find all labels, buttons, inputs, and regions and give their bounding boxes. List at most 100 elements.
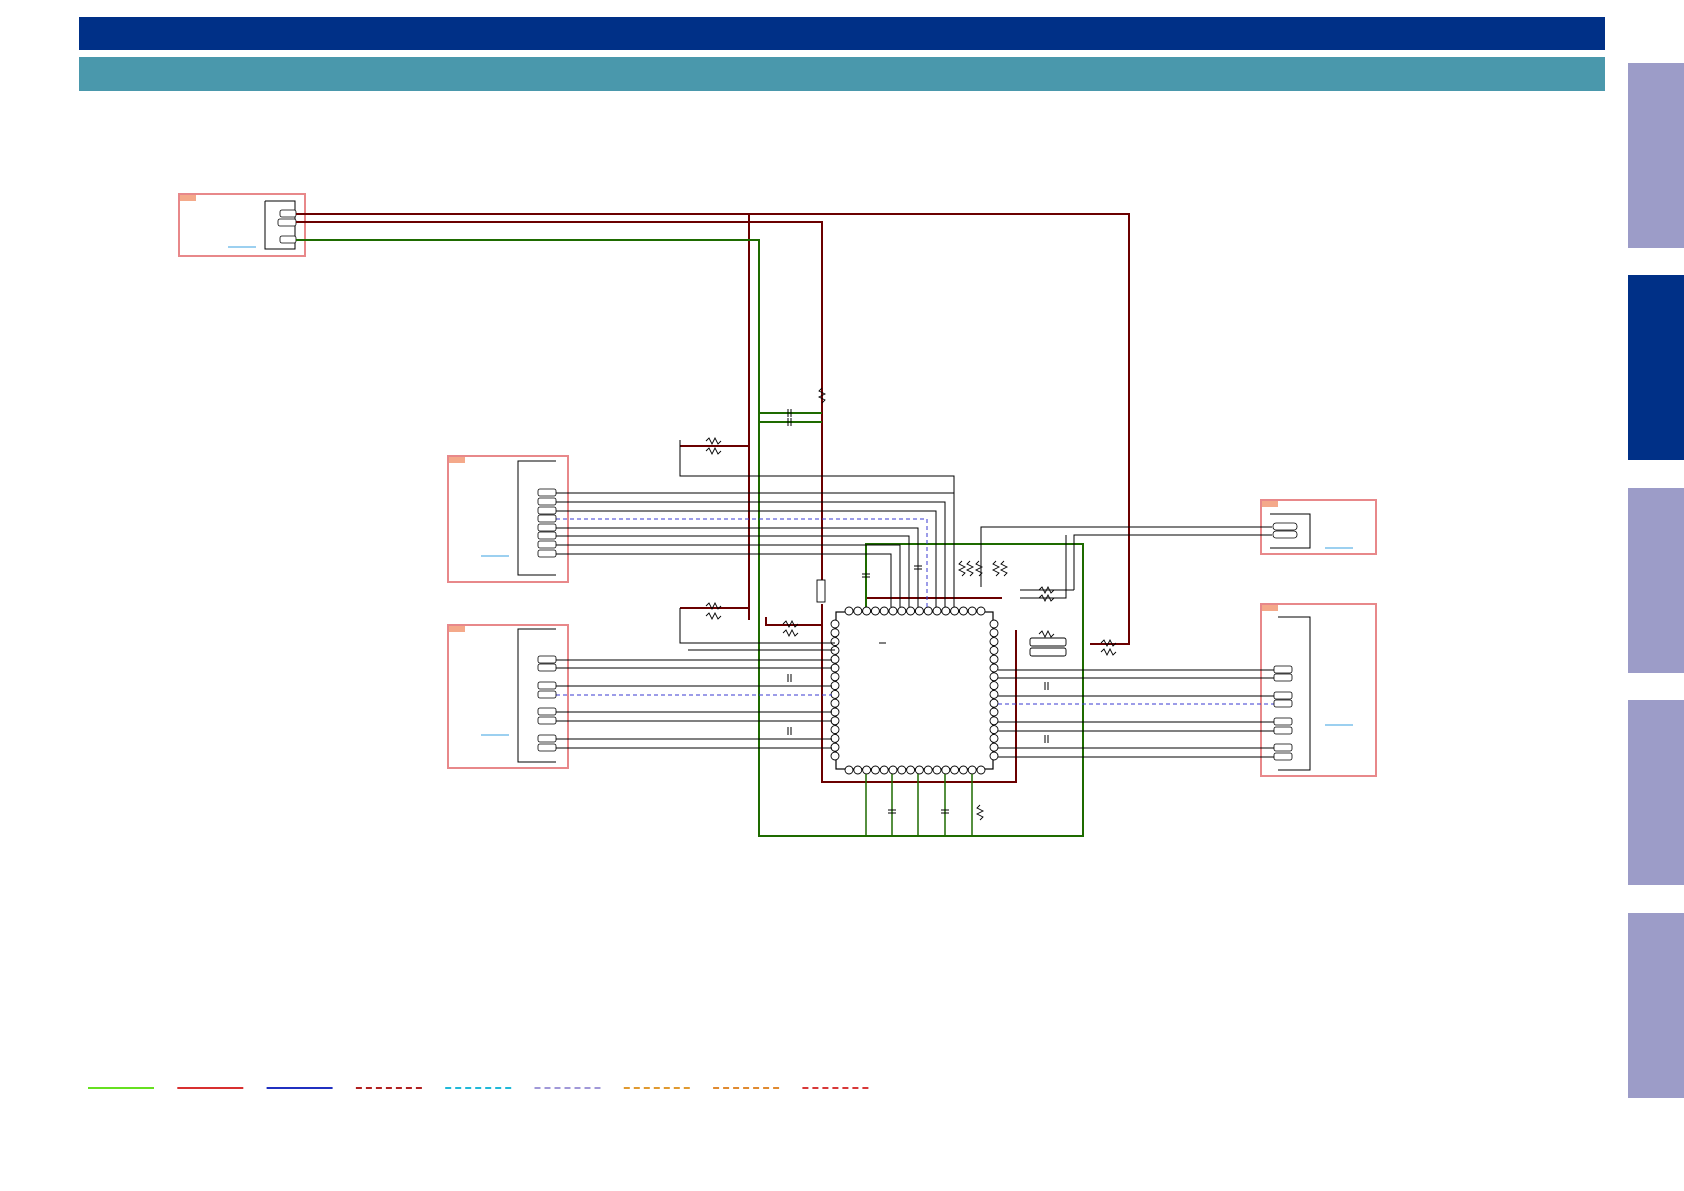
schematic-diagram bbox=[88, 193, 1377, 1089]
connector-pin bbox=[279, 235, 297, 244]
resistor bbox=[975, 804, 985, 821]
ic-pin bbox=[830, 672, 840, 682]
connector-pin bbox=[537, 655, 557, 664]
ic-pin bbox=[976, 606, 986, 616]
connector-pin bbox=[537, 734, 557, 743]
connector-pin bbox=[1273, 699, 1293, 708]
ic-pin bbox=[989, 654, 999, 664]
ic-pin bbox=[932, 765, 942, 775]
signal-wire bbox=[980, 526, 1272, 587]
connector-pin bbox=[1273, 752, 1293, 761]
connector-pin bbox=[1273, 726, 1293, 735]
ic-pin bbox=[989, 672, 999, 682]
connector-block-top-left bbox=[178, 193, 306, 257]
signal-wire bbox=[556, 492, 955, 607]
connector-pin bbox=[537, 488, 557, 497]
ic-pin bbox=[989, 698, 999, 708]
resistor bbox=[782, 628, 799, 638]
ground-trunk bbox=[296, 239, 1084, 837]
connector-pin bbox=[1273, 665, 1293, 674]
connector-pin bbox=[537, 523, 557, 532]
ic-pin bbox=[914, 765, 924, 775]
connector-pin bbox=[279, 209, 297, 218]
ic-pin bbox=[879, 765, 889, 775]
connector-pin bbox=[537, 506, 557, 515]
ic-pin bbox=[967, 765, 977, 775]
connector-pin bbox=[537, 681, 557, 690]
ic-pin bbox=[914, 606, 924, 616]
ic-pin bbox=[950, 606, 960, 616]
ic-pin bbox=[923, 765, 933, 775]
connector-pin bbox=[537, 549, 557, 558]
ic-pin bbox=[830, 716, 840, 726]
ic-pin bbox=[862, 765, 872, 775]
ic-pin bbox=[989, 742, 999, 752]
signal-wire bbox=[556, 510, 937, 607]
ic-pin bbox=[888, 765, 898, 775]
ic-pin bbox=[870, 765, 880, 775]
connector-pin bbox=[537, 540, 557, 549]
ic-pin bbox=[958, 606, 968, 616]
connector-pin bbox=[1272, 522, 1298, 531]
ic-pin bbox=[830, 689, 840, 699]
resistor bbox=[705, 611, 722, 621]
ic-pin bbox=[897, 765, 907, 775]
signal-wire bbox=[556, 535, 910, 607]
connector-pin bbox=[1272, 530, 1298, 539]
ic-pin bbox=[853, 765, 863, 775]
connector-pin bbox=[1273, 743, 1293, 752]
ic-pin bbox=[941, 606, 951, 616]
ic-pin bbox=[830, 619, 840, 629]
connector-pin bbox=[1273, 673, 1293, 682]
connector-pin bbox=[277, 218, 297, 227]
ic-pin bbox=[870, 606, 880, 616]
filter-component bbox=[1029, 647, 1067, 657]
ic-pin bbox=[989, 628, 999, 638]
ic-pin bbox=[830, 742, 840, 752]
ic-pin bbox=[989, 689, 999, 699]
ic-pin bbox=[853, 606, 863, 616]
filter-component bbox=[1029, 637, 1067, 647]
ic-pin bbox=[989, 725, 999, 735]
resistor bbox=[705, 446, 722, 456]
ic-pin bbox=[830, 751, 840, 761]
connector-pin bbox=[1273, 691, 1293, 700]
ic-pin bbox=[989, 663, 999, 673]
signal-wire bbox=[1073, 534, 1272, 590]
ic-pin bbox=[830, 654, 840, 664]
ic-pin bbox=[989, 707, 999, 717]
ic-pin bbox=[830, 733, 840, 743]
ic-pin bbox=[830, 698, 840, 708]
connector-pin bbox=[537, 690, 557, 699]
power-trunk bbox=[296, 213, 1130, 783]
ic-pin bbox=[830, 637, 840, 647]
connector-pin bbox=[537, 514, 557, 523]
ic-pin bbox=[830, 628, 840, 638]
ic-pin bbox=[941, 765, 951, 775]
ic-pin bbox=[830, 725, 840, 735]
resistor bbox=[991, 560, 1001, 577]
ic-pin bbox=[989, 637, 999, 647]
resistor bbox=[965, 560, 975, 577]
ic-pin bbox=[879, 606, 889, 616]
ic-pin bbox=[989, 619, 999, 629]
signal-wire bbox=[556, 527, 919, 607]
connector-pin bbox=[537, 716, 557, 725]
resistor bbox=[1100, 647, 1117, 657]
ic-pin bbox=[989, 751, 999, 761]
resistor bbox=[1038, 629, 1055, 639]
connector-pin bbox=[1273, 717, 1293, 726]
ic-pin bbox=[923, 606, 933, 616]
ic-pin bbox=[989, 645, 999, 655]
ic-pin bbox=[830, 681, 840, 691]
connector-pin bbox=[537, 743, 557, 752]
ic-pin bbox=[958, 765, 968, 775]
ic-pin bbox=[906, 606, 916, 616]
connector-pin bbox=[537, 663, 557, 672]
resistor bbox=[957, 560, 967, 577]
ic-pin bbox=[862, 606, 872, 616]
ic-pin bbox=[906, 765, 916, 775]
ic-pin bbox=[844, 606, 854, 616]
ic-pin bbox=[844, 765, 854, 775]
ic-pin bbox=[950, 765, 960, 775]
